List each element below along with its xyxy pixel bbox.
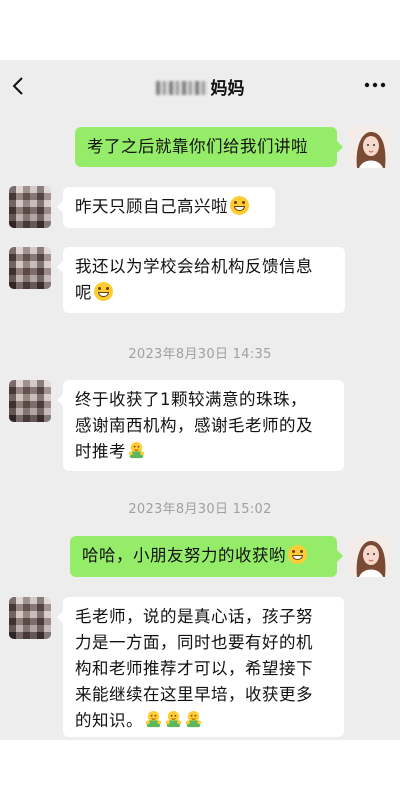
message-text-line: 来能继续在这里早培，收获更多 xyxy=(75,685,313,704)
message-text: 昨天只顾自己高兴啦 xyxy=(75,197,228,216)
chat-title-text: 妈妈 xyxy=(210,79,245,99)
grin-emoji-icon xyxy=(288,545,307,564)
hug-emoji-icon xyxy=(185,710,202,728)
hug-emoji-icon xyxy=(145,710,162,728)
grin-emoji-icon xyxy=(230,196,249,215)
message-text-line: 力是一方面，同时也要有好的机 xyxy=(75,633,313,652)
hug-emoji-icon xyxy=(165,710,182,728)
my-avatar[interactable] xyxy=(349,535,391,577)
message-text-line: 终于收获了1颗较满意的珠珠， xyxy=(75,390,307,409)
timestamp: 2023年8月30日 15:02 xyxy=(128,502,272,517)
message-text-line: 构和老师推荐才可以，希望接下 xyxy=(75,659,313,678)
message-text-line: 毛老师，说的是真心话，孩子努 xyxy=(75,607,313,626)
message-bubble-incoming[interactable]: 昨天只顾自己高兴啦 xyxy=(57,187,275,228)
hug-emoji-icon xyxy=(128,441,145,459)
contact-avatar[interactable] xyxy=(9,597,51,639)
my-avatar[interactable] xyxy=(349,126,391,168)
redacted-name xyxy=(155,81,208,95)
message-text: 考了之后就靠你们给我们讲啦 xyxy=(87,137,308,156)
message-bubble-incoming[interactable]: 终于收获了1颗较满意的珠珠， 感谢南西机构，感谢毛老师的及 时推考 xyxy=(57,380,344,471)
message-text-line: 感谢南西机构，感谢毛老师的及 xyxy=(75,416,313,435)
message-text-line: 呢 xyxy=(75,283,92,302)
timestamp: 2023年8月30日 14:35 xyxy=(128,347,272,362)
message-text: 哈哈，小朋友努力的收获哟 xyxy=(82,546,286,565)
message-text-line: 时推考 xyxy=(75,442,126,461)
grin-emoji-icon xyxy=(94,282,113,301)
chat-title: 妈妈 xyxy=(0,74,400,99)
contact-avatar[interactable] xyxy=(9,380,51,422)
message-bubble-incoming[interactable]: 毛老师，说的是真心话，孩子努 力是一方面，同时也要有好的机 构和老师推荐才可以，… xyxy=(57,597,344,737)
message-text-line: 的知识。 xyxy=(75,711,143,730)
message-bubble-outgoing[interactable]: 考了之后就靠你们给我们讲啦 xyxy=(75,127,343,167)
message-text-line: 我还以为学校会给机构反馈信息 xyxy=(75,257,313,276)
message-bubble-incoming[interactable]: 我还以为学校会给机构反馈信息 呢 xyxy=(57,247,345,313)
contact-avatar[interactable] xyxy=(9,247,51,289)
more-dots-icon[interactable] xyxy=(364,80,386,90)
contact-avatar[interactable] xyxy=(9,186,51,228)
message-bubble-outgoing[interactable]: 哈哈，小朋友努力的收获哟 xyxy=(70,536,343,577)
